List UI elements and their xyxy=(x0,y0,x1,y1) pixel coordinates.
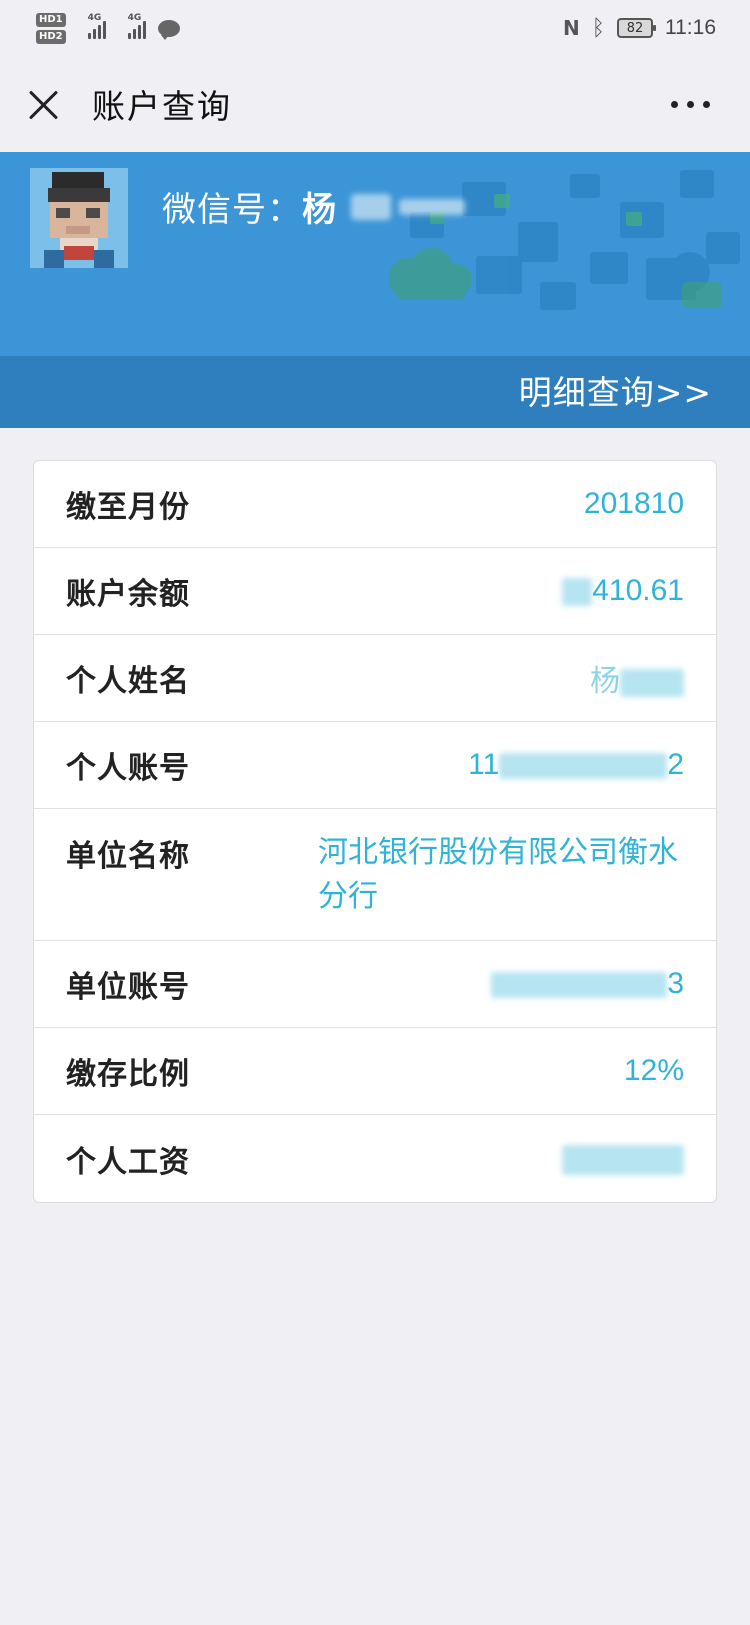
masked-value xyxy=(562,578,593,607)
row-value: 杨 xyxy=(590,656,684,700)
battery-icon: 82 xyxy=(617,18,656,38)
wechat-id-label: 微信号： xyxy=(162,190,302,230)
row-paid-until: 缴至月份 201810 xyxy=(34,461,716,548)
signal-1-icon: 4G xyxy=(74,13,106,39)
balance-visible: 410.61 xyxy=(592,574,684,607)
row-label: 账户余额 xyxy=(66,577,190,612)
hd1-badge: HD1 xyxy=(36,12,66,27)
row-label: 缴至月份 xyxy=(66,490,190,525)
row-label: 单位名称 xyxy=(66,839,190,874)
account-end: 2 xyxy=(667,748,684,781)
row-employer-account: 单位账号 3 xyxy=(34,941,716,1028)
row-label: 单位账号 xyxy=(66,970,190,1005)
wechat-id: 微信号： 杨 xyxy=(162,182,465,231)
status-left: HD1 HD2 4G 4G xyxy=(36,12,180,44)
name-visible: 杨 xyxy=(590,665,620,698)
detail-strip: 明细查询>> xyxy=(0,356,750,428)
signal-2-icon: 4G xyxy=(114,13,146,39)
row-label: 个人工资 xyxy=(66,1144,190,1180)
row-label: 个人账号 xyxy=(66,751,190,786)
close-icon[interactable] xyxy=(26,87,60,121)
account-start: 11 xyxy=(468,748,500,781)
employer-account-end: 3 xyxy=(667,967,684,1000)
row-salary: 个人工资 xyxy=(34,1115,716,1202)
hd2-badge: HD2 xyxy=(36,29,66,44)
row-employer-name: 单位名称 河北银行股份有限公司衡水分行 xyxy=(34,809,716,941)
row-value: 12% xyxy=(623,1054,684,1087)
row-name: 个人姓名 杨 xyxy=(34,635,716,722)
row-value: 410.61 xyxy=(562,574,684,608)
row-value: 11 2 xyxy=(468,748,684,782)
row-value xyxy=(562,1142,684,1176)
hd-badges: HD1 HD2 xyxy=(36,12,66,44)
row-label: 个人姓名 xyxy=(66,664,190,699)
avatar xyxy=(30,168,128,268)
account-card: 缴至月份 201810 账户余额 410.61 个人姓名 杨 个人账号 11 2 … xyxy=(33,460,717,1203)
row-value: 3 xyxy=(491,967,684,1001)
status-time: 11:16 xyxy=(665,16,716,39)
wechat-id-mask-2 xyxy=(399,198,465,215)
row-value: 201810 xyxy=(583,487,684,520)
row-personal-account: 个人账号 11 2 xyxy=(34,722,716,809)
page-title: 账户查询 xyxy=(92,87,232,126)
more-icon[interactable] xyxy=(671,100,724,108)
row-label: 缴存比例 xyxy=(66,1057,190,1092)
wechat-id-value: 杨 xyxy=(302,190,337,230)
wechat-id-mask xyxy=(351,193,391,220)
row-contribution-ratio: 缴存比例 12% xyxy=(34,1028,716,1115)
row-value: 河北银行股份有限公司衡水分行 xyxy=(318,835,678,914)
profile-banner: 微信号： 杨 xyxy=(0,152,750,356)
masked-value xyxy=(620,669,684,698)
masked-value xyxy=(491,972,668,999)
row-balance: 账户余额 410.61 xyxy=(34,548,716,635)
nav-bar: 账户查询 xyxy=(0,56,750,152)
battery-level: 82 xyxy=(626,20,644,36)
bluetooth-icon: ᛒ xyxy=(591,15,605,41)
status-bar: HD1 HD2 4G 4G N ᛒ 82 11:16 xyxy=(0,0,750,56)
nfc-icon: N xyxy=(563,16,580,40)
detail-query-link[interactable]: 明细查询>> xyxy=(519,366,712,414)
masked-value xyxy=(499,753,668,780)
masked-value xyxy=(562,1144,684,1175)
status-right: N ᛒ 82 11:16 xyxy=(563,16,716,41)
wechat-notification-icon xyxy=(157,19,180,40)
